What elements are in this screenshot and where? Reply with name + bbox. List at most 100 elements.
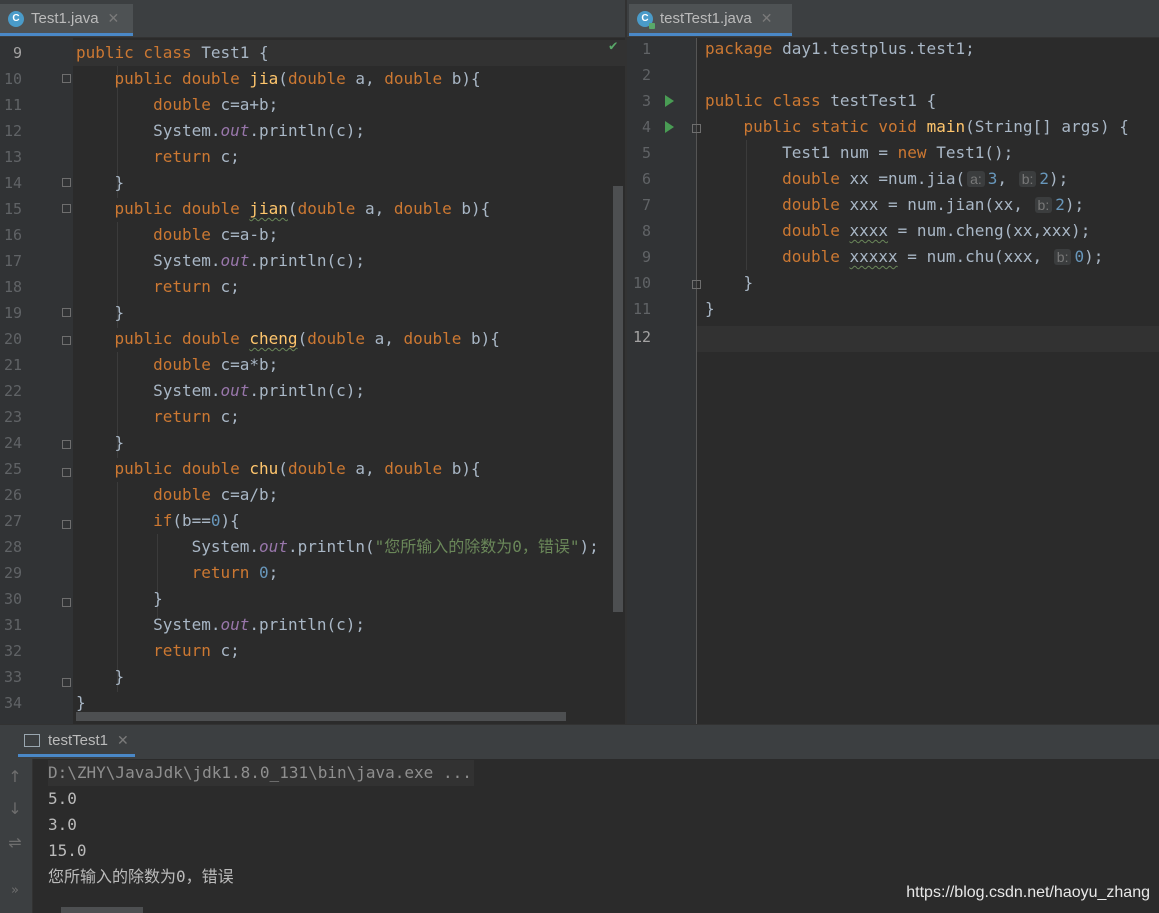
code-line: } bbox=[76, 589, 163, 608]
line-number: 10 bbox=[632, 274, 651, 292]
line-number: 5 bbox=[641, 144, 651, 162]
line-number: 17 bbox=[3, 252, 22, 270]
fold-marker-icon[interactable] bbox=[62, 520, 71, 529]
code-line: return c; bbox=[153, 407, 240, 426]
code-line: public double jia(double a, double b){ bbox=[114, 69, 481, 88]
code-line: } bbox=[76, 303, 125, 322]
watermark: https://blog.csdn.net/haoyu_zhang bbox=[906, 884, 1150, 901]
line-number: 27 bbox=[3, 512, 22, 530]
line-number: 13 bbox=[3, 148, 22, 166]
line-number: 29 bbox=[3, 564, 22, 582]
code-line: System.out.println(c); bbox=[76, 381, 365, 400]
line-number: 26 bbox=[3, 486, 22, 504]
code-line: double c=a+b; bbox=[153, 95, 279, 114]
line-number: 14 bbox=[3, 174, 22, 192]
line-number: 1 bbox=[641, 40, 651, 58]
line-number: 33 bbox=[3, 668, 22, 686]
left-tab-bar: C Test1.java ✕ bbox=[0, 0, 625, 38]
fold-marker-icon[interactable] bbox=[62, 74, 71, 83]
line-number: 20 bbox=[3, 330, 22, 348]
close-icon[interactable]: ✕ bbox=[761, 10, 773, 27]
tab-label: testTest1 bbox=[48, 732, 109, 749]
line-number: 32 bbox=[3, 642, 22, 660]
code-line: double xxxx = num.cheng(xx,xxx); bbox=[782, 221, 1091, 240]
run-tool-window-header: testTest1 ✕ bbox=[0, 724, 1159, 759]
fold-marker-icon[interactable] bbox=[62, 308, 71, 317]
current-line-highlight bbox=[697, 326, 1159, 352]
console-line: 您所输入的除数为0，错误 bbox=[48, 867, 234, 886]
right-editor[interactable]: 1 2 3 4 5 6 7 8 9 10 11 12 package day1.… bbox=[627, 38, 1159, 724]
run-main-icon[interactable] bbox=[665, 121, 674, 133]
code-line: } bbox=[705, 299, 715, 318]
scroll-up-icon[interactable]: ↑ bbox=[6, 767, 24, 786]
line-number: 15 bbox=[3, 200, 22, 218]
more-icon[interactable]: » bbox=[6, 883, 24, 898]
code-line: public double chu(double a, double b){ bbox=[114, 459, 481, 478]
console-horizontal-scrollbar[interactable] bbox=[61, 907, 143, 913]
code-line: System.out.println(c); bbox=[76, 615, 365, 634]
code-line: public class testTest1 { bbox=[705, 91, 937, 110]
soft-wrap-icon[interactable]: ⇌ bbox=[6, 833, 24, 852]
code-line: return 0; bbox=[191, 563, 279, 582]
run-class-icon[interactable] bbox=[665, 95, 674, 107]
fold-marker-icon[interactable] bbox=[62, 204, 71, 213]
tab-run-testtest1[interactable]: testTest1 ✕ bbox=[18, 727, 135, 757]
line-number: 10 bbox=[3, 70, 22, 88]
line-number: 11 bbox=[632, 300, 651, 318]
fold-marker-icon[interactable] bbox=[62, 598, 71, 607]
line-number: 19 bbox=[3, 304, 22, 322]
console-icon bbox=[24, 734, 40, 747]
fold-marker-icon[interactable] bbox=[62, 178, 71, 187]
code-line: return c; bbox=[153, 147, 240, 166]
console-line: 5.0 bbox=[48, 789, 77, 808]
code-line: public static void main(String[] args) { bbox=[743, 117, 1129, 136]
right-tab-bar: C testTest1.java ✕ bbox=[627, 0, 1159, 38]
code-line: public double cheng(double a, double b){ bbox=[114, 329, 500, 348]
fold-marker-icon[interactable] bbox=[62, 440, 71, 449]
inspection-ok-icon[interactable]: ✔ bbox=[609, 38, 617, 54]
line-number: 12 bbox=[632, 328, 651, 346]
fold-marker-icon[interactable] bbox=[692, 280, 701, 289]
code-line: } bbox=[76, 667, 125, 686]
line-number: 34 bbox=[3, 694, 22, 712]
code-line: public class Test1 { bbox=[76, 43, 269, 62]
code-line: double c=a/b; bbox=[153, 485, 279, 504]
code-line: double xx =num.jia(a: 3, b: 2); bbox=[782, 169, 1069, 188]
console-command-line: D:\ZHY\JavaJdk\jdk1.8.0_131\bin\java.exe… bbox=[48, 760, 474, 786]
line-number: 3 bbox=[641, 92, 651, 110]
fold-marker-icon[interactable] bbox=[62, 468, 71, 477]
code-line: double xxxxx = num.chu(xxx, b: 0); bbox=[782, 247, 1104, 266]
code-line: } bbox=[705, 273, 754, 292]
vertical-scrollbar[interactable] bbox=[613, 186, 623, 612]
line-number: 24 bbox=[3, 434, 22, 452]
line-number: 4 bbox=[641, 118, 651, 136]
console-line: 3.0 bbox=[48, 815, 77, 834]
fold-marker-icon[interactable] bbox=[62, 336, 71, 345]
tab-label: Test1.java bbox=[31, 10, 99, 27]
code-line: if(b==0){ bbox=[153, 511, 240, 530]
code-line: double c=a*b; bbox=[153, 355, 279, 374]
line-number: 8 bbox=[641, 222, 651, 240]
tab-label: testTest1.java bbox=[660, 10, 752, 27]
java-class-icon: C bbox=[8, 10, 24, 27]
left-editor[interactable]: ✔ 9 10 11 12 13 14 15 16 17 18 19 20 21 … bbox=[0, 38, 625, 724]
java-class-icon: C bbox=[637, 10, 655, 29]
horizontal-scrollbar[interactable] bbox=[76, 712, 566, 721]
tab-testtest1-java[interactable]: C testTest1.java ✕ bbox=[629, 4, 792, 36]
line-number: 22 bbox=[3, 382, 22, 400]
code-line: System.out.println("您所输入的除数为0，错误"); bbox=[76, 537, 599, 556]
close-icon[interactable]: ✕ bbox=[117, 732, 129, 749]
close-icon[interactable]: ✕ bbox=[108, 10, 120, 27]
scroll-down-icon[interactable]: ↓ bbox=[6, 799, 24, 818]
code-line: return c; bbox=[153, 277, 240, 296]
tab-test1-java[interactable]: C Test1.java ✕ bbox=[0, 4, 133, 36]
code-line: return c; bbox=[153, 641, 240, 660]
gutter-divider bbox=[696, 38, 697, 724]
line-number: 21 bbox=[3, 356, 22, 374]
fold-marker-icon[interactable] bbox=[692, 124, 701, 133]
code-line: System.out.println(c); bbox=[76, 121, 365, 140]
code-line: public double jian(double a, double b){ bbox=[114, 199, 491, 218]
fold-marker-icon[interactable] bbox=[62, 678, 71, 687]
code-line: } bbox=[76, 433, 125, 452]
line-number: 18 bbox=[3, 278, 22, 296]
